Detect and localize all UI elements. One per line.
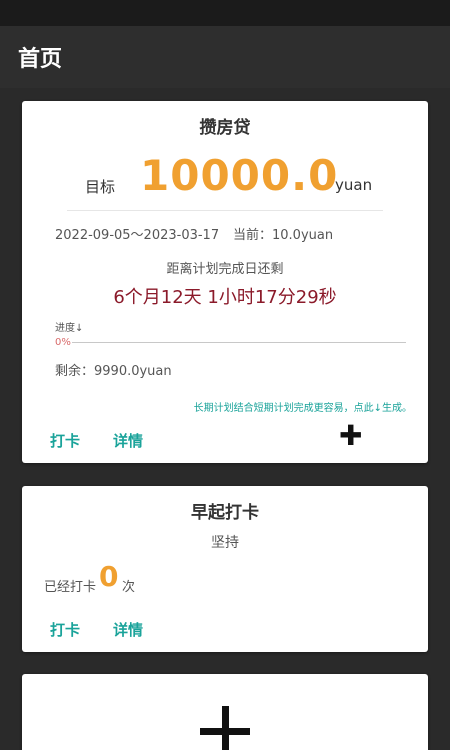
savings-plan-card[interactable]: 攒房贷 目标 10000.0 yuan 2022-09-05～2023-03-1…: [22, 101, 428, 463]
progress-label: 进度↓: [55, 323, 84, 334]
plan-title: 攒房贷: [199, 118, 251, 138]
generate-plan-hint[interactable]: 长期计划结合短期计划完成更容易，点此↓生成。: [194, 399, 412, 414]
count-suffix: 次: [122, 580, 136, 595]
habit-checkin-button[interactable]: 打卡: [50, 619, 80, 640]
plus-icon[interactable]: ✚: [339, 419, 362, 452]
progress-percent: 0%: [55, 337, 71, 348]
countdown-timer: 6个月12天 1小时17分29秒: [113, 287, 337, 308]
remaining-time-label: 距离计划完成日还剩: [166, 262, 284, 277]
habit-card[interactable]: 早起打卡 坚持 已经打卡 0 次 打卡 详情: [22, 486, 428, 652]
date-range: 2022-09-05～2023-03-17: [55, 228, 220, 243]
target-unit: yuan: [335, 176, 373, 194]
persist-label: 坚持: [211, 535, 239, 551]
habit-details-button[interactable]: 详情: [113, 619, 143, 640]
target-amount: 10000.0: [140, 151, 339, 200]
habit-title: 早起打卡: [191, 503, 259, 523]
page-title: 首页: [18, 47, 63, 72]
app-bar: 首页: [0, 26, 450, 88]
plus-icon[interactable]: [200, 706, 250, 750]
divider: [67, 210, 383, 211]
main-content[interactable]: 攒房贷 目标 10000.0 yuan 2022-09-05～2023-03-1…: [0, 88, 450, 750]
add-plan-card[interactable]: [22, 674, 428, 750]
checkin-button[interactable]: 打卡: [50, 430, 80, 451]
count-prefix: 已经打卡: [44, 580, 97, 595]
current-amount: 当前：10.0yuan: [233, 228, 334, 243]
target-label: 目标: [85, 178, 116, 196]
checkin-count: 0: [99, 560, 119, 593]
status-bar: [0, 0, 450, 26]
details-button[interactable]: 详情: [113, 430, 143, 451]
remaining-balance: 剩余：9990.0yuan: [55, 364, 172, 379]
progress-bar: [72, 342, 406, 343]
